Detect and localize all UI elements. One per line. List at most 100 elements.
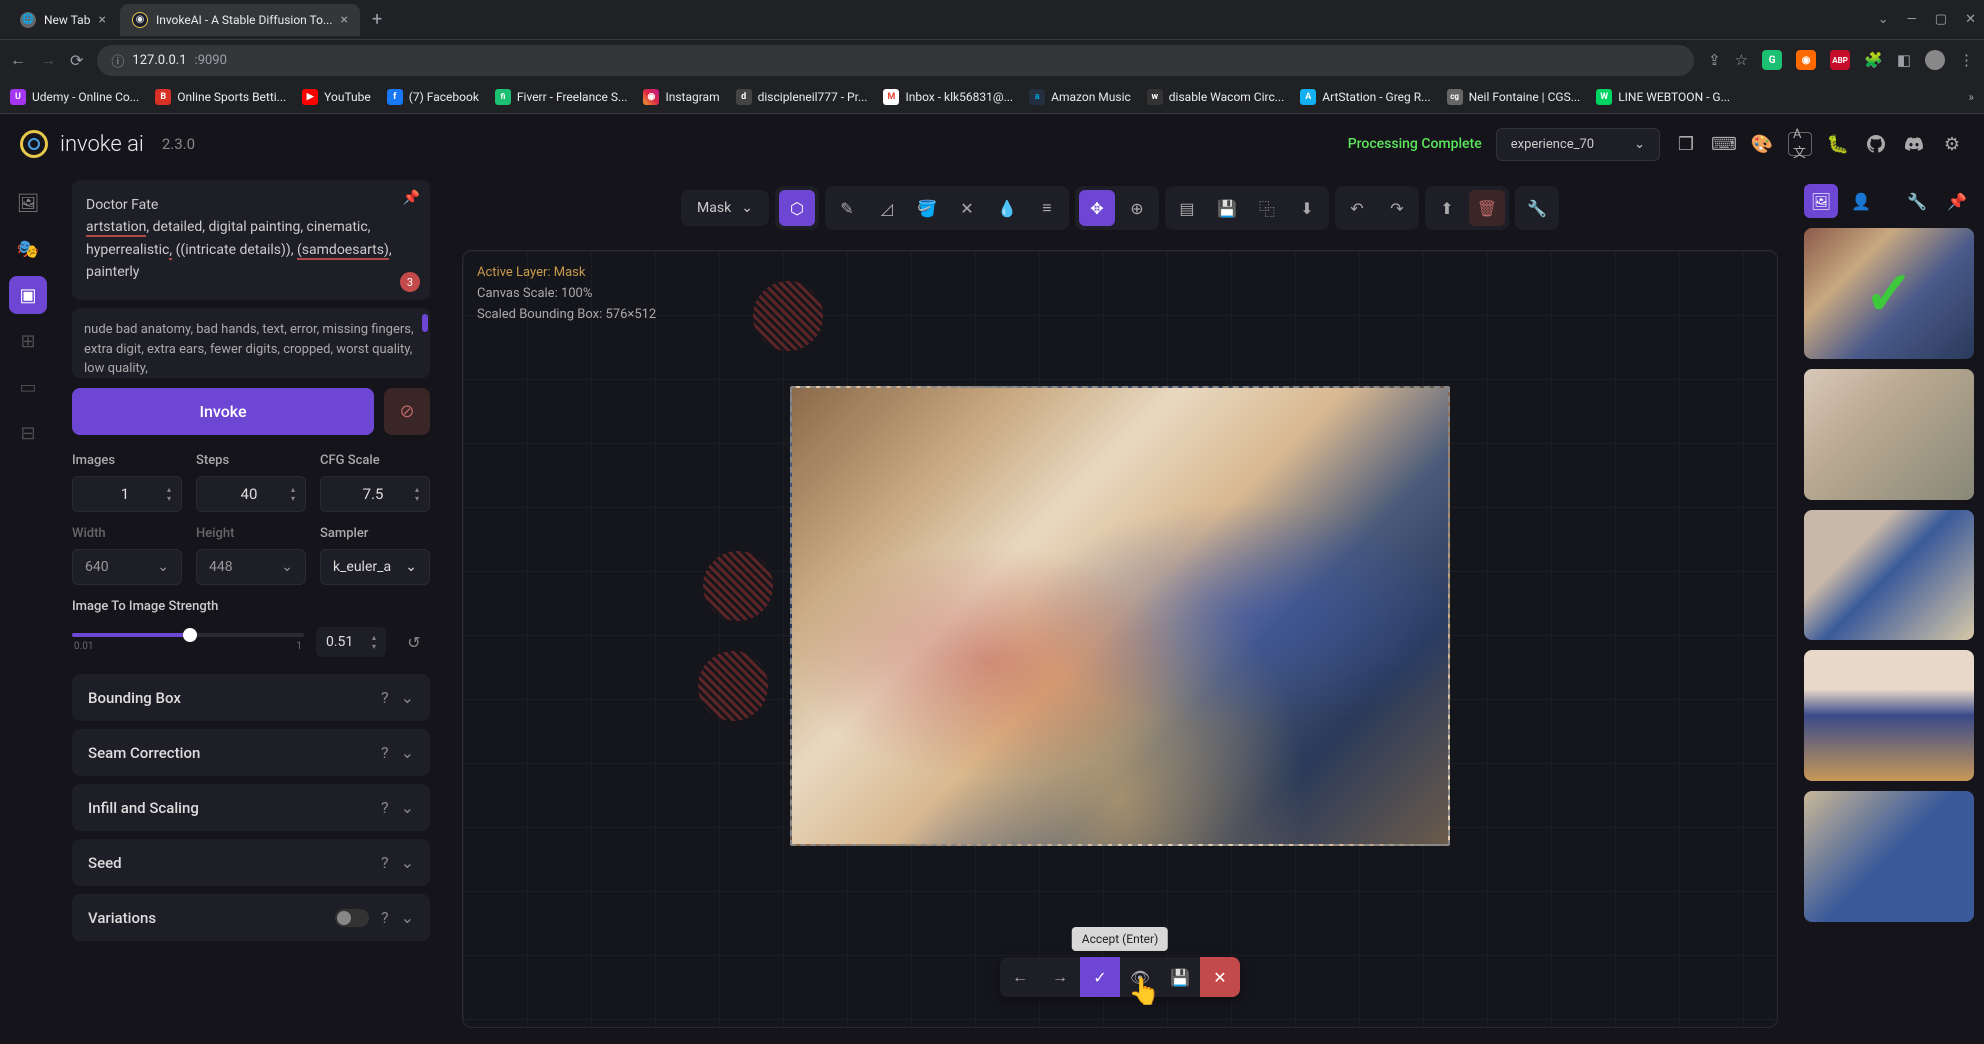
help-icon[interactable]: ? xyxy=(381,798,389,817)
color-picker-tool[interactable]: 💧 xyxy=(989,190,1025,226)
toggle-view-button[interactable]: 👁 xyxy=(1120,957,1160,997)
close-window-icon[interactable]: ✕ xyxy=(1965,12,1976,27)
bookmark-gmail[interactable]: MInbox - klk56831@... xyxy=(883,89,1013,105)
stepper-icon[interactable]: ▴▾ xyxy=(415,485,419,503)
help-icon[interactable]: ? xyxy=(381,853,389,872)
gallery-thumbnail[interactable]: ✓ xyxy=(1804,228,1974,359)
rail-training[interactable]: ⊟ xyxy=(9,414,47,452)
reset-icon[interactable]: ↺ xyxy=(398,626,430,658)
undo-button[interactable]: ↶ xyxy=(1339,190,1375,226)
canvas-viewport[interactable]: Active Layer: Mask Canvas Scale: 100% Sc… xyxy=(462,250,1778,1028)
negative-prompt-input[interactable]: nude bad anatomy, bad hands, text, error… xyxy=(72,308,430,378)
bookmark-artstation[interactable]: AArtStation - Greg R... xyxy=(1300,89,1430,105)
extension-icon[interactable]: G xyxy=(1762,50,1782,70)
tab-invokeai[interactable]: ◉ InvokeAI - A Stable Diffusion To... × xyxy=(120,4,360,36)
github-icon[interactable] xyxy=(1864,132,1888,156)
strength-slider[interactable] xyxy=(72,633,304,637)
clear-mask-button[interactable]: ✕ xyxy=(949,190,985,226)
save-canvas-button[interactable]: 💾 xyxy=(1209,190,1245,226)
fill-tool[interactable]: 🪣 xyxy=(909,190,945,226)
variations-toggle[interactable] xyxy=(335,909,369,927)
discard-button[interactable]: ✕ xyxy=(1200,957,1240,997)
clear-canvas-button[interactable]: 🗑 xyxy=(1469,190,1505,226)
menu-icon[interactable]: ⋮ xyxy=(1959,51,1974,69)
extension-abp-icon[interactable]: ABP xyxy=(1830,50,1850,70)
share-icon[interactable]: ⇪ xyxy=(1708,51,1721,69)
next-button[interactable]: → xyxy=(1040,957,1080,997)
help-icon[interactable]: ? xyxy=(381,908,389,927)
canvas-settings-button[interactable]: 🔧 xyxy=(1519,190,1555,226)
cancel-button[interactable]: ⊘ xyxy=(384,388,430,435)
maximize-icon[interactable]: ▢ xyxy=(1935,12,1947,27)
bookmark-sports[interactable]: BOnline Sports Betti... xyxy=(155,89,286,105)
gallery-pin-icon[interactable]: 📌 xyxy=(1940,184,1974,218)
tab-new[interactable]: 🌐 New Tab × xyxy=(8,4,118,36)
bookmark-instagram[interactable]: ◉Instagram xyxy=(643,89,719,105)
move-tool[interactable]: ✥ xyxy=(1079,190,1115,226)
rail-img2img[interactable]: 🎭 xyxy=(9,230,47,268)
eraser-tool[interactable]: ◿ xyxy=(869,190,905,226)
bookmarks-overflow-icon[interactable]: » xyxy=(1968,90,1974,104)
bookmark-fiverr[interactable]: fiFiverr - Freelance S... xyxy=(495,89,628,105)
lines-icon[interactable]: ≡ xyxy=(1029,190,1065,226)
bookmark-udemy[interactable]: UUdemy - Online Co... xyxy=(10,89,139,105)
cube-icon[interactable]: ❒ xyxy=(1674,132,1698,156)
extensions-icon[interactable]: 🧩 xyxy=(1864,51,1883,69)
accordion-variations[interactable]: Variations ?⌄ xyxy=(72,894,430,941)
download-button[interactable]: ⬇ xyxy=(1289,190,1325,226)
width-select[interactable]: 640⌄ xyxy=(72,549,182,585)
reset-view-button[interactable]: ⊕ xyxy=(1119,190,1155,226)
redo-button[interactable]: ↷ xyxy=(1379,190,1415,226)
bookmark-amazon-music[interactable]: aAmazon Music xyxy=(1029,89,1131,105)
help-icon[interactable]: ? xyxy=(381,743,389,762)
gallery-thumbnail[interactable] xyxy=(1804,791,1974,922)
close-icon[interactable]: × xyxy=(340,12,347,28)
url-input[interactable]: ⓘ 127.0.0.1:9090 xyxy=(97,45,1694,76)
sidepanel-icon[interactable]: ◧ xyxy=(1897,51,1911,69)
bug-icon[interactable]: 🐛 xyxy=(1826,132,1850,156)
gallery-thumbnail[interactable] xyxy=(1804,369,1974,500)
images-input[interactable]: 1▴▾ xyxy=(72,476,182,512)
bookmark-star-icon[interactable]: ☆ xyxy=(1735,51,1748,69)
upload-button[interactable]: ⬆ xyxy=(1429,190,1465,226)
bookmark-wacom[interactable]: wdisable Wacom Circ... xyxy=(1147,89,1284,105)
steps-input[interactable]: 40▴▾ xyxy=(196,476,306,512)
back-icon[interactable]: ← xyxy=(10,50,26,70)
keyboard-icon[interactable]: ⌨ xyxy=(1712,132,1736,156)
stepper-icon[interactable]: ▴▾ xyxy=(167,485,171,503)
gallery-thumbnail[interactable] xyxy=(1804,510,1974,641)
rail-postprocess[interactable]: ▭ xyxy=(9,368,47,406)
bookmark-youtube[interactable]: ▶YouTube xyxy=(302,89,371,105)
slider-thumb[interactable] xyxy=(183,628,197,642)
merge-button[interactable]: ▤ xyxy=(1169,190,1205,226)
gallery-settings-icon[interactable]: 🔧 xyxy=(1900,184,1934,218)
bookmark-webtoon[interactable]: WLINE WEBTOON - G... xyxy=(1596,89,1730,105)
gallery-user-tab[interactable]: 👤 xyxy=(1844,184,1878,218)
prompt-input[interactable]: 📌 Doctor Fate artstation, detailed, digi… xyxy=(72,180,430,300)
accordion-seam[interactable]: Seam Correction ?⌄ xyxy=(72,729,430,776)
new-tab-button[interactable]: + xyxy=(362,9,392,30)
bookmark-facebook[interactable]: f(7) Facebook xyxy=(387,89,479,105)
profile-avatar-icon[interactable] xyxy=(1925,50,1945,70)
accordion-seed[interactable]: Seed ?⌄ xyxy=(72,839,430,886)
rail-canvas[interactable]: ▣ xyxy=(9,276,47,314)
layer-select[interactable]: Mask⌄ xyxy=(681,190,769,226)
height-select[interactable]: 448⌄ xyxy=(196,549,306,585)
bookmark-disciple[interactable]: ddiscipleneil777 - Pr... xyxy=(736,89,868,105)
language-icon[interactable]: A文 xyxy=(1788,132,1812,156)
chevron-down-icon[interactable]: ⌄ xyxy=(1878,12,1889,27)
help-icon[interactable]: ? xyxy=(381,688,389,707)
brush-tool[interactable]: ✎ xyxy=(829,190,865,226)
scrollbar[interactable] xyxy=(422,314,428,332)
palette-icon[interactable]: 🎨 xyxy=(1750,132,1774,156)
accordion-infill[interactable]: Infill and Scaling ?⌄ xyxy=(72,784,430,831)
mask-options-button[interactable]: ⬡ xyxy=(779,190,815,226)
stepper-icon[interactable]: ▴▾ xyxy=(291,485,295,503)
accept-button[interactable]: ✓ xyxy=(1080,957,1120,997)
accordion-bounding-box[interactable]: Bounding Box ?⌄ xyxy=(72,674,430,721)
rail-txt2img[interactable]: 🖼 xyxy=(9,184,47,222)
pin-icon[interactable]: 📌 xyxy=(403,190,420,206)
cfg-input[interactable]: 7.5▴▾ xyxy=(320,476,430,512)
stepper-icon[interactable]: ▴▾ xyxy=(372,633,376,651)
minimize-icon[interactable]: — xyxy=(1907,12,1917,27)
